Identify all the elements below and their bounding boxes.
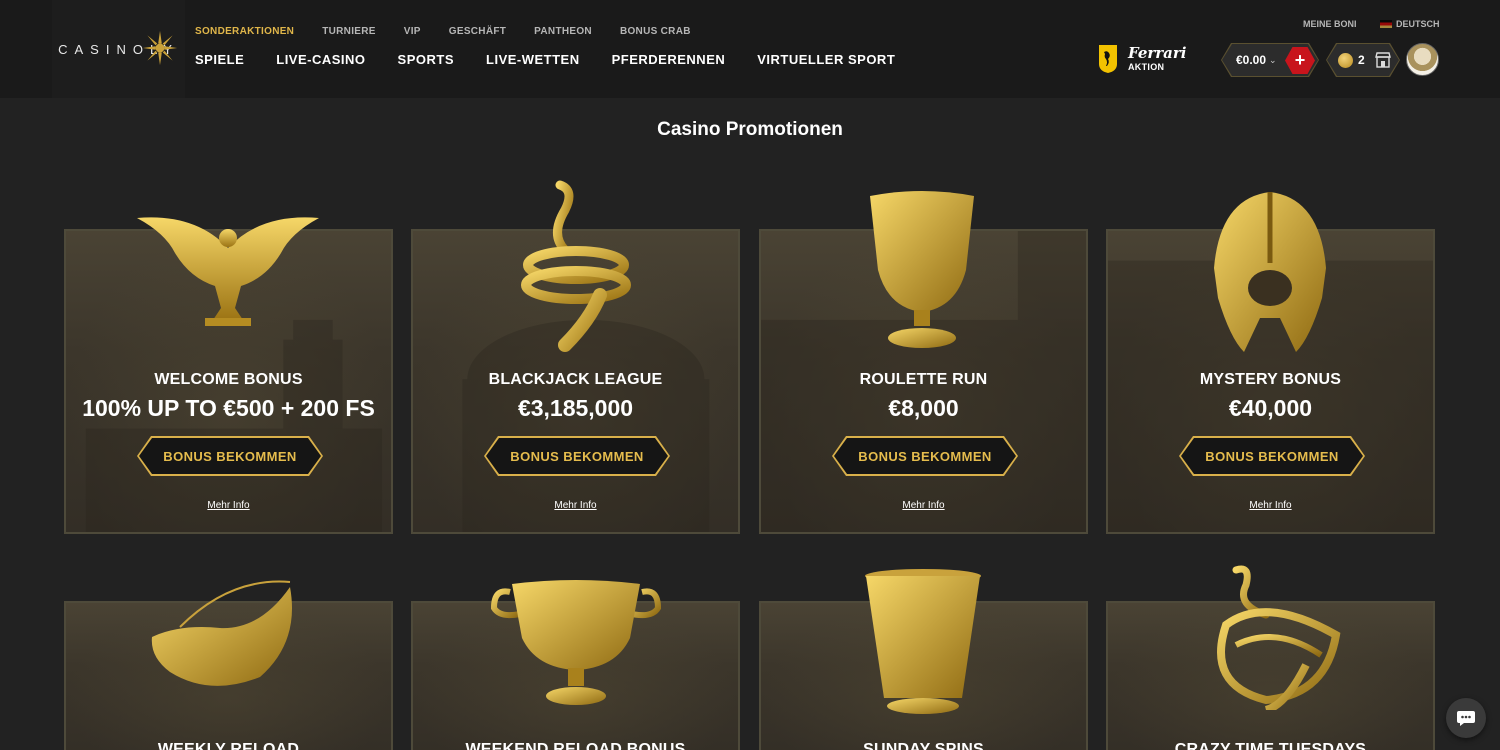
horn-icon	[151, 580, 292, 686]
user-avatar[interactable]	[1406, 43, 1439, 76]
cup-icon	[490, 580, 662, 705]
nav-pantheon[interactable]: PANTHEON	[534, 26, 592, 37]
nav-spiele[interactable]: SPIELE	[195, 52, 244, 67]
mehr-info-link[interactable]: Mehr Info	[413, 500, 738, 511]
site-header: CASINOLY SONDERAKTIONEN TURNIERE VIP GES…	[0, 0, 1500, 98]
nav-turniere[interactable]: TURNIERE	[322, 26, 376, 37]
promo-title: CRAZY TIME TUESDAYS	[1174, 741, 1367, 750]
promo-value: €3,185,000	[517, 395, 634, 421]
bonus-button-wrap: BONUS BEKOMMEN	[137, 436, 323, 476]
nav-geschaeft[interactable]: GESCHÄFT	[449, 26, 506, 37]
shop-icon[interactable]	[1370, 49, 1396, 71]
helmet-icon	[1214, 192, 1326, 352]
ferrari-promo-link[interactable]: Ferrari AKTION	[1098, 44, 1187, 74]
vase-icon	[865, 569, 981, 714]
bonus-bekommen-button[interactable]: BONUS BEKOMMEN	[1181, 438, 1363, 474]
promo-title: WEEKLY RELOAD	[157, 741, 300, 750]
bonus-button-wrap: BONUS BEKOMMEN	[832, 436, 1018, 476]
ferrari-brand: Ferrari	[1128, 44, 1187, 62]
page-title: Casino Promotionen	[657, 119, 843, 140]
meine-boni-link[interactable]: MEINE BONI	[1303, 19, 1357, 29]
bonus-bekommen-button[interactable]: BONUS BEKOMMEN	[834, 438, 1016, 474]
mehr-info-link[interactable]: Mehr Info	[1108, 500, 1433, 511]
promo-title: BLACKJACK LEAGUE	[488, 371, 663, 388]
coin-icon	[1338, 53, 1353, 68]
bonus-bekommen-button[interactable]: BONUS BEKOMMEN	[486, 438, 668, 474]
nav-live-wetten[interactable]: LIVE-WETTEN	[486, 52, 580, 67]
nav-bonus-crab[interactable]: BONUS CRAB	[620, 26, 691, 37]
goblet-icon	[870, 191, 974, 348]
mehr-info-link[interactable]: Mehr Info	[761, 500, 1086, 511]
eagle-icon	[137, 217, 319, 326]
balance-amount: €0.00	[1236, 53, 1267, 67]
nav-sonderaktionen[interactable]: SONDERAKTIONEN	[195, 26, 294, 37]
promo-title: WELCOME BONUS	[154, 371, 303, 388]
chat-support-button[interactable]	[1446, 698, 1486, 738]
bonus-bekommen-button[interactable]: BONUS BEKOMMEN	[139, 438, 321, 474]
secondary-nav: SONDERAKTIONEN TURNIERE VIP GESCHÄFT PAN…	[195, 26, 719, 37]
nav-virtueller-sport[interactable]: VIRTUELLER SPORT	[757, 52, 895, 67]
chevron-down-icon: ⌄	[1269, 54, 1277, 65]
casinoly-logo[interactable]: CASINOLY	[52, 0, 185, 98]
language-selector[interactable]: DEUTSCH	[1380, 19, 1440, 29]
promo-title: ROULETTE RUN	[859, 371, 988, 388]
nav-live-casino[interactable]: LIVE-CASINO	[276, 52, 365, 67]
main-nav: SPIELE LIVE-CASINO SPORTS LIVE-WETTEN PF…	[195, 52, 927, 67]
nav-vip[interactable]: VIP	[404, 26, 421, 37]
german-flag-icon	[1380, 20, 1392, 28]
nav-sports[interactable]: SPORTS	[398, 52, 454, 67]
ferrari-aktion-label: AKTION	[1128, 62, 1165, 72]
mehr-info-link[interactable]: Mehr Info	[66, 500, 391, 511]
promo-value: 100% UP TO €500 + 200 FS	[82, 395, 375, 421]
sun-icon	[142, 30, 178, 66]
snake-ring-icon	[521, 180, 631, 352]
promo-title: SUNDAY SPINS	[863, 741, 984, 750]
promo-value: €40,000	[1228, 395, 1313, 421]
snake-bracelet-icon	[1217, 565, 1341, 710]
bonus-button-wrap: BONUS BEKOMMEN	[484, 436, 670, 476]
promo-title: MYSTERY BONUS	[1199, 371, 1342, 388]
ferrari-shield-icon	[1099, 45, 1117, 73]
coin-count: 2	[1358, 53, 1365, 67]
bonus-button-wrap: BONUS BEKOMMEN	[1179, 436, 1365, 476]
chat-bubble-icon	[1457, 711, 1475, 726]
nav-pferderennen[interactable]: PFERDERENNEN	[612, 52, 726, 67]
promo-title: WEEKEND RELOAD BONUS	[465, 741, 686, 750]
language-label: DEUTSCH	[1396, 19, 1440, 29]
promo-value: €8,000	[888, 395, 959, 421]
